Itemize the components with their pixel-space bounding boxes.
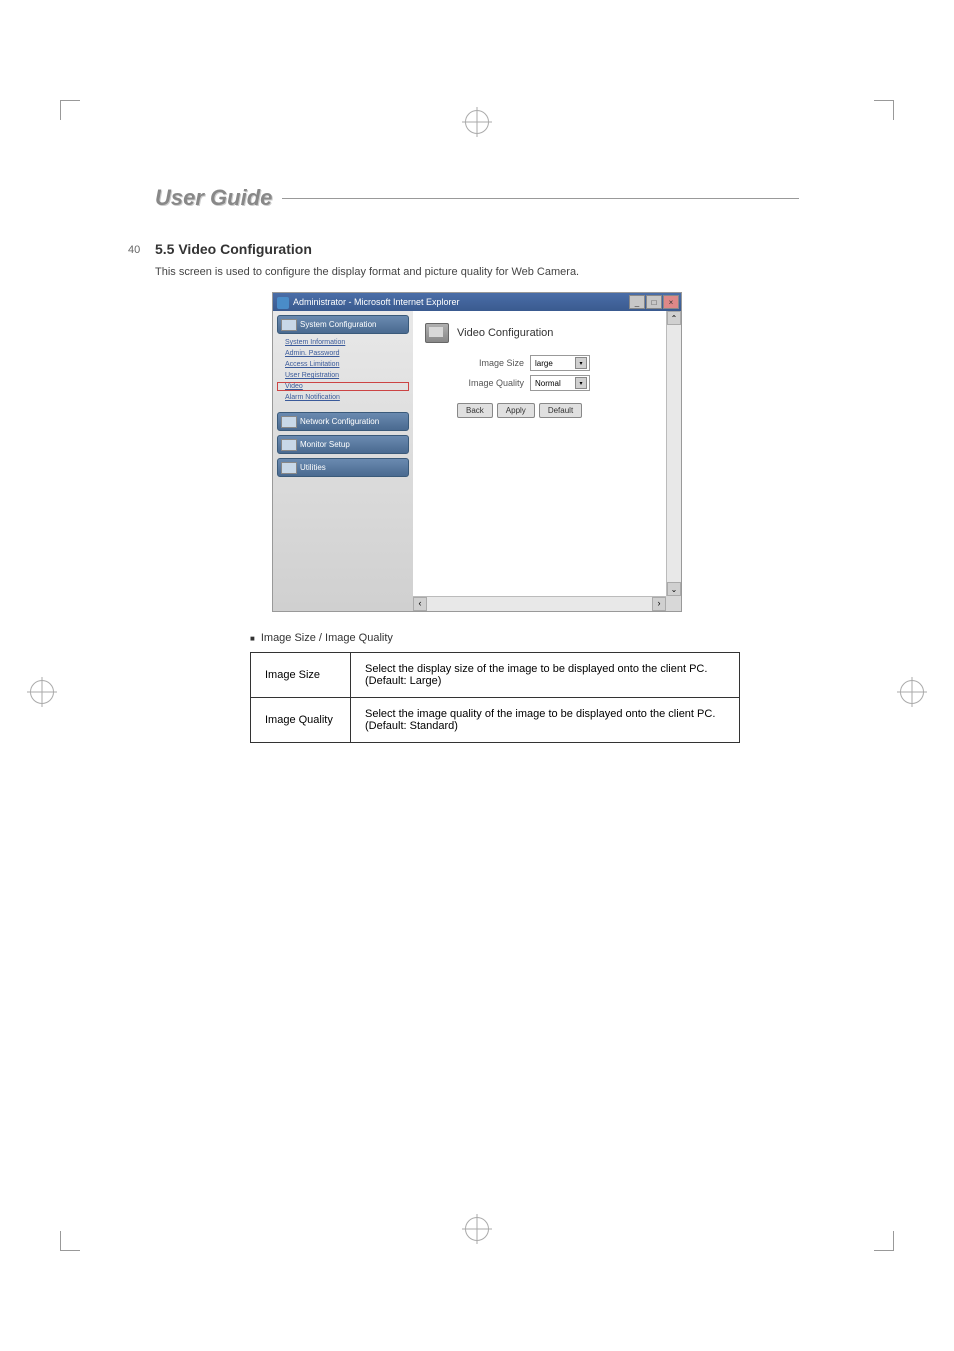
screenshot-window: Administrator - Microsoft Internet Explo… [272, 292, 682, 612]
form-row-image-quality: Image Quality Normal ▾ [425, 375, 669, 391]
content-area: Video Configuration Image Size large ▾ I… [413, 311, 681, 611]
button-row: Back Apply Default [425, 403, 669, 418]
page-number: 40 [128, 244, 140, 256]
back-button[interactable]: Back [457, 403, 493, 418]
sidebar-link-alarm[interactable]: Alarm Notification [277, 393, 409, 402]
image-quality-select[interactable]: Normal ▾ [530, 375, 590, 391]
bullet-heading: Image Size / Image Quality [250, 632, 799, 644]
video-config-icon [425, 323, 449, 343]
window-title: Administrator - Microsoft Internet Explo… [275, 297, 460, 307]
default-button[interactable]: Default [539, 403, 582, 418]
section-intro: This screen is used to configure the dis… [155, 265, 799, 280]
maximize-button[interactable]: □ [646, 295, 662, 309]
table-cell-key: Image Size [251, 653, 351, 698]
content-header: Video Configuration [425, 323, 669, 343]
minimize-button[interactable]: _ [629, 295, 645, 309]
table-row: Image Size Select the display size of th… [251, 653, 740, 698]
table-cell-key: Image Quality [251, 698, 351, 743]
close-button[interactable]: × [663, 295, 679, 309]
apply-button[interactable]: Apply [497, 403, 535, 418]
sidebar-link-video[interactable]: Video [277, 382, 409, 391]
section-title: 5.5 Video Configuration [155, 241, 799, 257]
chevron-down-icon: ▾ [575, 377, 587, 389]
content-title: Video Configuration [457, 327, 553, 339]
sidebar-link-password[interactable]: Admin. Password [277, 349, 409, 358]
table-cell-desc: Select the display size of the image to … [351, 653, 740, 698]
image-quality-label: Image Quality [455, 378, 530, 388]
table-row: Image Quality Select the image quality o… [251, 698, 740, 743]
vertical-scrollbar[interactable] [666, 311, 681, 596]
form-row-image-size: Image Size large ▾ [425, 355, 669, 371]
image-size-select[interactable]: large ▾ [530, 355, 590, 371]
sidebar-header-system[interactable]: System Configuration [277, 315, 409, 334]
sidebar-link-access[interactable]: Access Limitation [277, 360, 409, 369]
header-title: User Guide [155, 185, 272, 211]
sidebar-link-sysinfo[interactable]: System Information [277, 338, 409, 347]
definition-table-1: Image Size Select the display size of th… [250, 652, 740, 743]
header-rule [282, 198, 799, 199]
horizontal-scrollbar[interactable] [413, 596, 666, 611]
scroll-corner [666, 596, 681, 611]
sidebar-header-monitor[interactable]: Monitor Setup [277, 435, 409, 454]
window-controls: _ □ × [629, 295, 679, 309]
page-header: User Guide [155, 185, 799, 211]
window-body: System Configuration System Information … [273, 311, 681, 611]
sidebar-link-userreg[interactable]: User Registration [277, 371, 409, 380]
table-cell-desc: Select the image quality of the image to… [351, 698, 740, 743]
chevron-down-icon: ▾ [575, 357, 587, 369]
sidebar-header-network[interactable]: Network Configuration [277, 412, 409, 431]
image-quality-value: Normal [535, 379, 561, 388]
image-size-value: large [535, 359, 553, 368]
window-titlebar: Administrator - Microsoft Internet Explo… [273, 293, 681, 311]
image-size-label: Image Size [455, 358, 530, 368]
sidebar-header-utilities[interactable]: Utilities [277, 458, 409, 477]
sidebar: System Configuration System Information … [273, 311, 413, 611]
